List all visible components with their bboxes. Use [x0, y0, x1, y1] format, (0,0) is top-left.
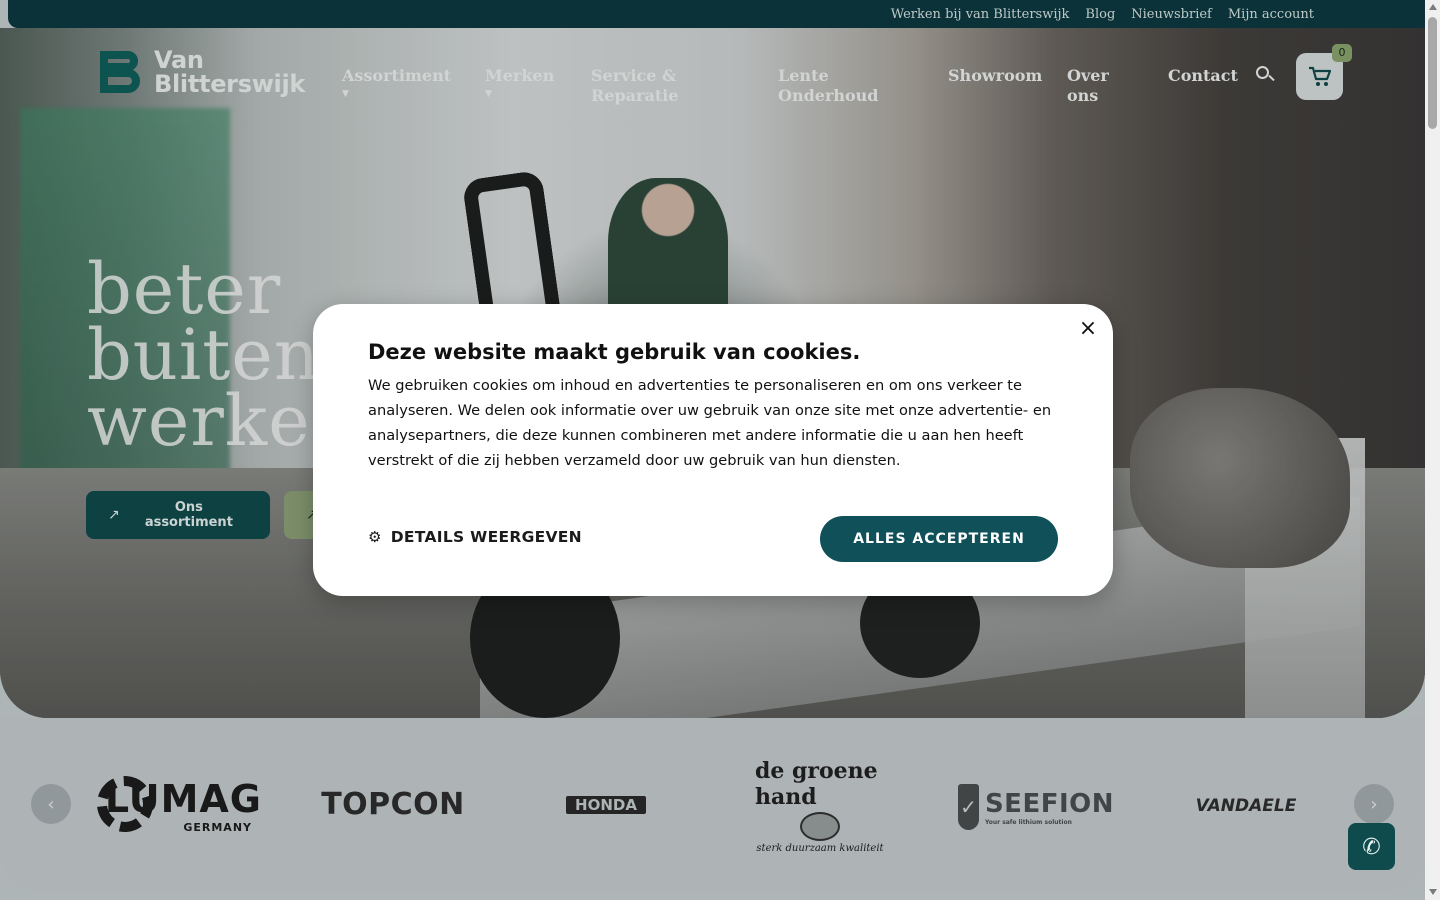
details-label: DETAILS WEERGEVEN	[390, 528, 582, 546]
whatsapp-button[interactable]: ✆	[1348, 823, 1395, 870]
accept-all-button[interactable]: ALLES ACCEPTEREN	[820, 516, 1058, 562]
cookie-dialog-body: We gebruiken cookies om inhoud en advert…	[368, 377, 1052, 469]
show-details-button[interactable]: ⚙ DETAILS WEERGEVEN	[368, 528, 582, 546]
whatsapp-icon: ✆	[1362, 833, 1381, 859]
cookie-consent-dialog: × Deze website maakt gebruik van cookies…	[313, 304, 1113, 596]
scroll-down-arrow-icon[interactable]	[1429, 889, 1437, 895]
gear-icon: ⚙	[368, 528, 382, 546]
scroll-up-arrow-icon[interactable]	[1429, 4, 1437, 10]
scrollbar-thumb[interactable]	[1428, 17, 1437, 129]
page-scrollbar[interactable]	[1425, 0, 1440, 900]
cookie-dialog-title: Deze website maakt gebruik van cookies.	[368, 340, 861, 364]
close-icon[interactable]: ×	[1077, 318, 1099, 340]
